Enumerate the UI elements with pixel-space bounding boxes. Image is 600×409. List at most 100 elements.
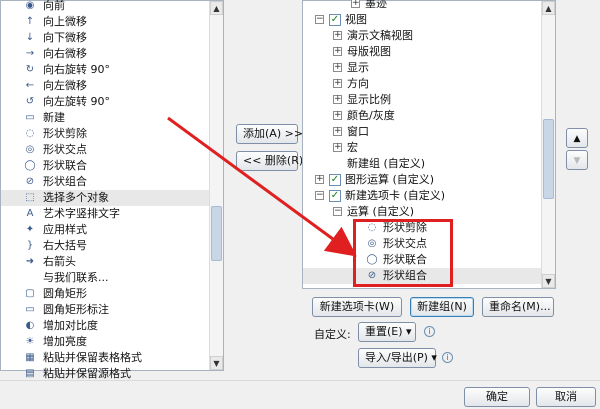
collapse-icon[interactable]: − xyxy=(333,207,342,216)
scroll-down-arrow-icon[interactable]: ▼ xyxy=(210,356,223,370)
collapse-icon[interactable]: − xyxy=(315,15,324,24)
customize-label: 自定义: xyxy=(314,328,351,341)
ribbon-tree-item[interactable]: + 颜色/灰度 xyxy=(303,108,542,124)
expand-icon[interactable]: + xyxy=(315,175,324,184)
paste-table-icon: ▦ xyxy=(25,352,35,363)
ribbon-tree-item[interactable]: + 方向 xyxy=(303,76,542,92)
contrast-up-icon: ◐ xyxy=(25,320,35,331)
ribbon-tree-item[interactable]: − ✓ 新建选项卡 (自定义) xyxy=(303,188,542,204)
ribbon-tree-item[interactable]: + 母版视图 xyxy=(303,44,542,60)
expand-icon[interactable]: + xyxy=(333,63,342,72)
command-list-item[interactable]: 与我们联系... xyxy=(1,270,210,286)
ribbon-tree-item[interactable]: + 演示文稿视图 xyxy=(303,28,542,44)
ribbon-tree-item-label: 演示文稿视图 xyxy=(347,29,413,42)
ribbon-tree-item[interactable]: + 窗口 xyxy=(303,124,542,140)
command-list-item[interactable]: ◐ 增加对比度 xyxy=(1,318,210,334)
import-export-info-icon: i xyxy=(442,352,453,363)
tree-scroll-down-arrow-icon[interactable]: ▼ xyxy=(542,274,555,288)
command-list-item-label: 形状剪除 xyxy=(43,127,87,140)
command-list-scrollbar[interactable]: ▲ ▼ xyxy=(209,1,223,370)
ribbon-tree-item[interactable]: − ✓ 视图 xyxy=(303,12,542,28)
nudge-right-icon: → xyxy=(25,48,35,59)
command-list-item[interactable]: } 右大括号 xyxy=(1,238,210,254)
command-list-item-label: 艺术字竖排文字 xyxy=(43,207,120,220)
command-list-item-label: 右箭头 xyxy=(43,255,76,268)
command-list-item[interactable]: ◌ 形状剪除 xyxy=(1,126,210,142)
checkbox-checked-icon[interactable]: ✓ xyxy=(329,174,341,186)
rename-button[interactable]: 重命名(M)... xyxy=(482,297,554,317)
ribbon-tree-item[interactable]: − 运算 (自定义) xyxy=(303,204,542,220)
scroll-thumb[interactable] xyxy=(211,206,222,261)
cancel-button[interactable]: 取消 xyxy=(536,387,596,407)
command-list-item[interactable]: ◎ 形状交点 xyxy=(1,142,210,158)
ribbon-tree-item[interactable]: + 宏 xyxy=(303,140,542,156)
command-list-item[interactable]: ☀ 增加亮度 xyxy=(1,334,210,350)
new-tab-button[interactable]: 新建选项卡(W) xyxy=(312,297,402,317)
command-list-item-label: 圆角矩形标注 xyxy=(43,303,109,316)
expand-icon[interactable]: + xyxy=(333,47,342,56)
scroll-up-arrow-icon[interactable]: ▲ xyxy=(210,1,223,15)
command-list-item-label: 形状联合 xyxy=(43,159,87,172)
command-list-item[interactable]: ◉ 向前 xyxy=(1,0,210,14)
expand-icon[interactable]: + xyxy=(333,143,342,152)
collapse-icon[interactable]: − xyxy=(315,191,324,200)
triangle-up-icon: ▲ xyxy=(573,134,581,144)
ribbon-tree-scrollbar[interactable]: ▲ ▼ xyxy=(541,1,555,288)
command-list-item-label: 向上微移 xyxy=(43,15,87,28)
command-list-item[interactable]: ▦ 粘贴并保留表格格式 xyxy=(1,350,210,366)
move-down-button[interactable]: ▼ xyxy=(566,150,588,170)
command-list-item-label: 向前 xyxy=(43,0,65,12)
ok-button[interactable]: 确定 xyxy=(464,387,530,407)
command-list-item[interactable]: ▭ 圆角矩形标注 xyxy=(1,302,210,318)
rotate-left-icon: ↺ xyxy=(25,96,35,107)
command-list-item[interactable]: ➜ 右箭头 xyxy=(1,254,210,270)
checkbox-checked-icon[interactable]: ✓ xyxy=(329,14,341,26)
ribbon-tree-item[interactable]: + 显示 xyxy=(303,60,542,76)
command-list-item-label: 与我们联系... xyxy=(43,271,109,284)
ribbon-tree-item-label: 颜色/灰度 xyxy=(347,109,395,122)
command-list-item-label: 向左微移 xyxy=(43,79,87,92)
add-button[interactable]: 添加(A) >> xyxy=(236,124,303,144)
command-list-item[interactable]: ↺ 向左旋转 90° xyxy=(1,94,210,110)
checkbox-checked-icon[interactable]: ✓ xyxy=(329,190,341,202)
command-list-item-label: 向右旋转 90° xyxy=(43,63,110,76)
command-list-item[interactable]: ▢ 圆角矩形 xyxy=(1,286,210,302)
command-list-item[interactable]: → 向右微移 xyxy=(1,46,210,62)
ribbon-tree-item[interactable]: 新建组 (自定义) xyxy=(303,156,542,172)
command-list-item[interactable]: ⊘ 形状组合 xyxy=(1,174,210,190)
ribbon-tree-item-label: 新建选项卡 (自定义) xyxy=(345,189,446,202)
ribbon-tree-item[interactable]: + ✓ 图形运算 (自定义) xyxy=(303,172,542,188)
expand-icon[interactable]: + xyxy=(333,127,342,136)
expand-icon[interactable]: + xyxy=(333,111,342,120)
tree-scroll-thumb[interactable] xyxy=(543,119,554,199)
command-list-item[interactable]: ◯ 形状联合 xyxy=(1,158,210,174)
ribbon-tree-item-label: 图形运算 (自定义) xyxy=(345,173,435,186)
command-list-item[interactable]: ↻ 向右旋转 90° xyxy=(1,62,210,78)
command-list-item[interactable]: ⬚ 选择多个对象 xyxy=(1,190,210,206)
command-list-item[interactable]: ✦ 应用样式 xyxy=(1,222,210,238)
command-list-item[interactable]: A 艺术字竖排文字 xyxy=(1,206,210,222)
command-list-item[interactable]: ↑ 向上微移 xyxy=(1,14,210,30)
reset-button[interactable]: 重置(E) ▾ xyxy=(358,322,416,342)
ribbon-tree-item[interactable]: + 显示比例 xyxy=(303,92,542,108)
command-list[interactable]: ◉ 向前 ↑ 向上微移 ↓ 向下微移 → 向右微移 ↻ 向右旋转 90° ← 向左微移 ↺ 向左旋转 90… xyxy=(0,0,224,380)
expand-icon[interactable]: + xyxy=(351,0,360,8)
command-list-item-label: 新建 xyxy=(43,111,65,124)
remove-button[interactable]: << 删除(R) xyxy=(236,151,303,171)
nudge-down-icon: ↓ xyxy=(25,32,35,43)
ribbon-tree-item-label: 母版视图 xyxy=(347,45,391,58)
new-group-button[interactable]: 新建组(N) xyxy=(410,297,474,317)
new-doc-icon: ▭ xyxy=(25,112,35,123)
dialog-footer: 确定 取消 xyxy=(0,380,600,409)
tree-scroll-up-arrow-icon[interactable]: ▲ xyxy=(542,1,555,15)
expand-icon[interactable]: + xyxy=(333,31,342,40)
ribbon-tree-item[interactable]: + 墨迹 xyxy=(303,0,542,12)
expand-icon[interactable]: + xyxy=(333,79,342,88)
ribbon-tree-item-label: 窗口 xyxy=(347,125,369,138)
expand-icon[interactable]: + xyxy=(333,95,342,104)
move-up-button[interactable]: ▲ xyxy=(566,128,588,148)
command-list-item[interactable]: ▭ 新建 xyxy=(1,110,210,126)
command-list-item[interactable]: ↓ 向下微移 xyxy=(1,30,210,46)
command-list-item[interactable]: ← 向左微移 xyxy=(1,78,210,94)
import-export-button[interactable]: 导入/导出(P) ▾ xyxy=(358,348,437,368)
